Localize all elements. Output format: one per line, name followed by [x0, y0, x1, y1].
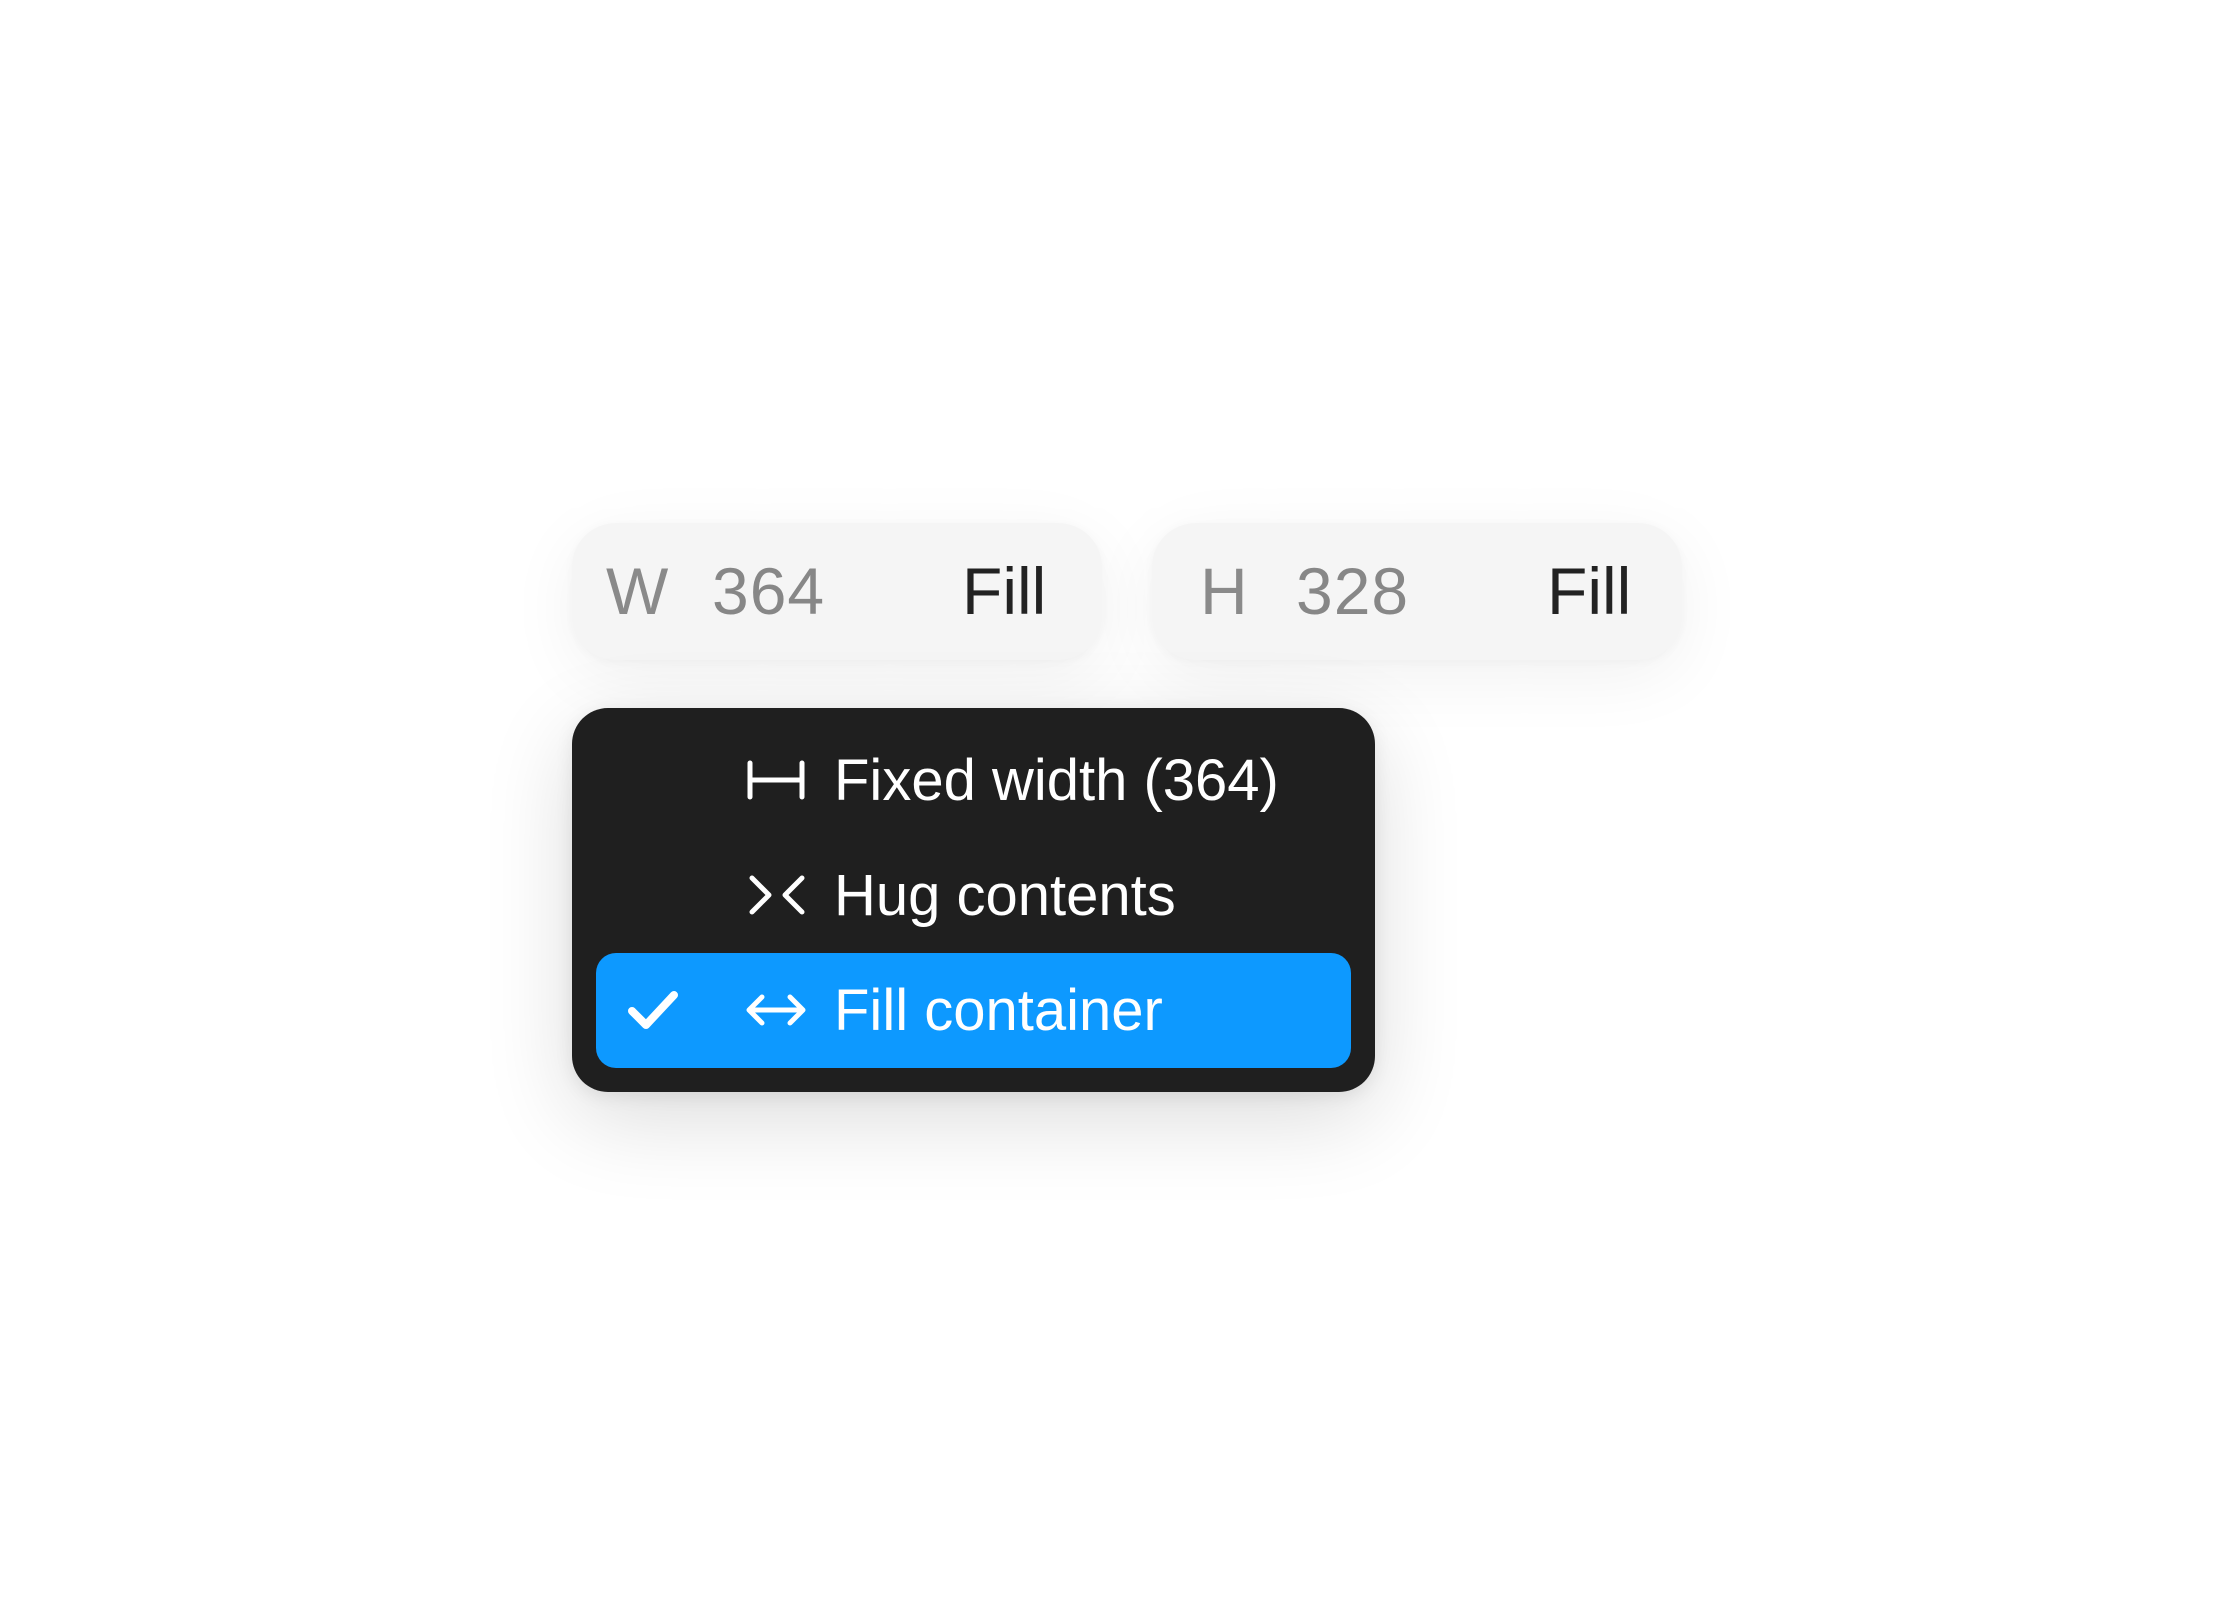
height-field[interactable]: H 328 Fill: [1152, 523, 1682, 660]
menu-item-label: Fixed width (364): [834, 748, 1279, 813]
width-axis-label: W: [606, 554, 669, 628]
width-value-input[interactable]: 364: [712, 523, 825, 660]
fixed-width-icon: [747, 760, 805, 800]
menu-item-fill-container[interactable]: Fill container: [596, 953, 1351, 1068]
height-value-input[interactable]: 328: [1296, 523, 1409, 660]
hug-contents-icon: [749, 875, 805, 915]
width-sizing-mode-button[interactable]: Fill: [962, 523, 1046, 660]
menu-item-label: Hug contents: [834, 863, 1176, 928]
menu-item-hug-contents[interactable]: Hug contents: [596, 838, 1351, 953]
height-sizing-mode-button[interactable]: Fill: [1547, 523, 1631, 660]
menu-item-label: Fill container: [834, 978, 1163, 1043]
checkmark-icon: [628, 991, 678, 1029]
fill-container-icon: [746, 994, 806, 1026]
width-field[interactable]: W 364 Fill: [572, 523, 1102, 660]
height-axis-label: H: [1200, 554, 1248, 628]
width-sizing-menu: Fixed width (364) Hug contents Fill cont…: [572, 708, 1375, 1092]
menu-item-fixed-width[interactable]: Fixed width (364): [596, 723, 1351, 838]
